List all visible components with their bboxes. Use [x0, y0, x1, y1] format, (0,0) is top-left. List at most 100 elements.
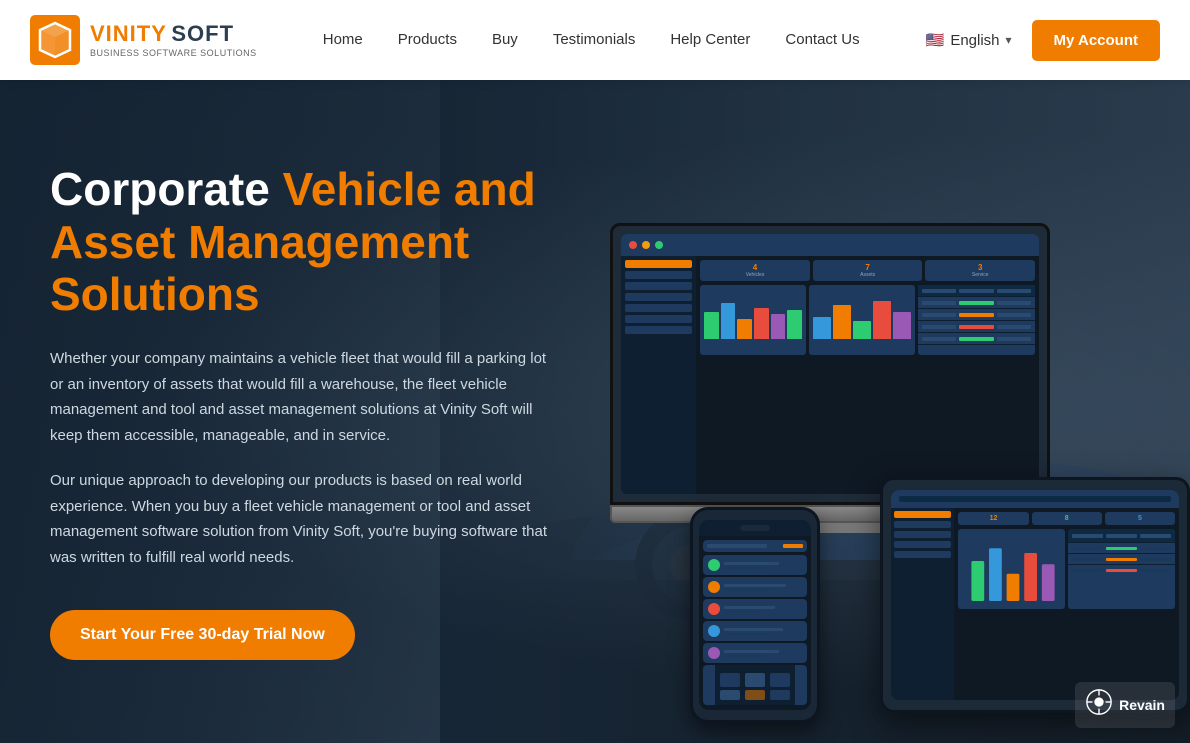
- bar: [771, 314, 786, 339]
- phone-text-line: [724, 633, 767, 635]
- phone-list-item: [703, 577, 807, 597]
- tablet-table-cell: [1106, 569, 1137, 572]
- logo-tagline: BUSINESS SOFTWARE SOLUTIONS: [90, 48, 257, 58]
- dot-green: [655, 241, 663, 249]
- nav-links: Home Products Buy Testimonials Help Cent…: [323, 31, 860, 49]
- table-cell: [997, 325, 1031, 329]
- stat-num: 7: [817, 263, 919, 272]
- tablet-stat-num: 5: [1108, 515, 1172, 522]
- tablet-table-row: [1068, 543, 1175, 554]
- table-cell: [922, 313, 956, 317]
- phone-avatar: [708, 559, 720, 571]
- nav-home[interactable]: Home: [323, 31, 363, 48]
- logo-icon: [30, 15, 80, 65]
- tablet-chart-1: [958, 529, 1065, 609]
- dash-chart-area: [700, 285, 1035, 355]
- tablet-table-cell: [1106, 547, 1137, 550]
- sidebar-item: [625, 326, 692, 334]
- phone-list-item: [703, 621, 807, 641]
- phone-frame: [690, 507, 820, 723]
- sidebar-item: [625, 271, 692, 279]
- bar: [704, 312, 719, 339]
- phone-notch-bar: [740, 525, 770, 531]
- phone-avatar: [708, 625, 720, 637]
- tablet-table-row: [1068, 565, 1175, 576]
- tablet-stat: 12: [958, 512, 1028, 525]
- stat-num: 3: [929, 263, 1031, 272]
- tablet-stat-row: 12 8 5: [958, 512, 1175, 525]
- dash-sidebar: [621, 256, 696, 494]
- bar: [893, 312, 911, 339]
- tablet-sidebar: [891, 508, 954, 700]
- bar: [754, 308, 769, 340]
- bar: [873, 301, 891, 339]
- dash-main: 4 Vehicles 7 Assets 3 Service: [696, 256, 1039, 494]
- logo-text: VINITY SOFT BUSINESS SOFTWARE SOLUTIONS: [90, 23, 257, 58]
- stat-card: 3 Service: [925, 260, 1035, 281]
- nav-testimonials[interactable]: Testimonials: [553, 31, 636, 48]
- tablet-table-row: [1068, 554, 1175, 565]
- stat-num: 4: [704, 263, 806, 272]
- language-selector[interactable]: 🇺🇸 English ▾: [926, 31, 1012, 49]
- tablet-table-cell: [1140, 558, 1171, 561]
- tablet-chart-row: [958, 529, 1175, 609]
- table-cell: [997, 289, 1031, 293]
- tablet-table-header-cell: [1140, 534, 1171, 538]
- phone-item-text: [724, 606, 802, 613]
- tablet-header-bar: [899, 496, 1171, 502]
- logo-soft: SOFT: [171, 21, 234, 46]
- phone-text-line: [724, 650, 779, 653]
- table-row: [918, 321, 1035, 333]
- tablet-table-cell: [1140, 569, 1171, 572]
- tablet-table-cell: [1072, 547, 1103, 550]
- phone-text-line: [724, 655, 763, 657]
- dash-header: [621, 234, 1039, 256]
- language-label: English: [950, 32, 999, 49]
- hero-title-white: Corporate: [50, 163, 270, 215]
- tablet-sidebar-item: [894, 541, 951, 548]
- table-row: [918, 333, 1035, 345]
- hero-cta-button[interactable]: Start Your Free 30-day Trial Now: [50, 610, 355, 660]
- phone-text-line: [724, 584, 786, 587]
- tablet-table-cell: [1072, 569, 1103, 572]
- tablet-chart-svg: [958, 529, 1065, 609]
- tablet-screen: 12 8 5: [891, 490, 1179, 700]
- phone-avatar: [708, 603, 720, 615]
- phone-text-line: [724, 589, 771, 591]
- sidebar-item: [625, 260, 692, 268]
- phone-item-text: [724, 628, 802, 635]
- bar-container: [813, 289, 911, 339]
- nav-buy[interactable]: Buy: [492, 31, 518, 48]
- logo-brand: VINITY SOFT: [90, 23, 257, 46]
- tablet-stat-num: 12: [961, 515, 1025, 522]
- tablet-table-cell: [1140, 547, 1171, 550]
- nav-help-center[interactable]: Help Center: [670, 31, 750, 48]
- dot-yellow: [642, 241, 650, 249]
- tablet-table-cell: [1106, 558, 1137, 561]
- stat-label: Service: [929, 272, 1031, 278]
- nav-contact-us[interactable]: Contact Us: [785, 31, 859, 48]
- revain-label: Revain: [1119, 697, 1165, 713]
- tablet-table-cell: [1072, 558, 1103, 561]
- table-cell: [922, 337, 956, 341]
- tablet-table-header-cell: [1106, 534, 1137, 538]
- phone-text-line: [724, 606, 775, 609]
- phone-avatar: [708, 581, 720, 593]
- dot-red: [629, 241, 637, 249]
- phone-text-line: [724, 562, 779, 565]
- bar-container: [704, 289, 802, 339]
- phone-badge: [783, 544, 803, 548]
- tablet-frame: 12 8 5: [880, 477, 1190, 713]
- tablet-table-header-cell: [1072, 534, 1103, 538]
- phone-list-item: [703, 643, 807, 663]
- table-cell: [959, 337, 993, 341]
- logo-area: VINITY SOFT BUSINESS SOFTWARE SOLUTIONS: [30, 15, 257, 65]
- phone-item-text: [724, 562, 802, 569]
- dash-stats: 4 Vehicles 7 Assets 3 Service: [700, 260, 1035, 281]
- dash-chart-bars2: [809, 285, 915, 355]
- my-account-button[interactable]: My Account: [1032, 20, 1160, 61]
- bar: [787, 310, 802, 339]
- phone-screen: [699, 520, 811, 710]
- nav-products[interactable]: Products: [398, 31, 457, 48]
- tablet-sidebar-item-active: [894, 511, 951, 518]
